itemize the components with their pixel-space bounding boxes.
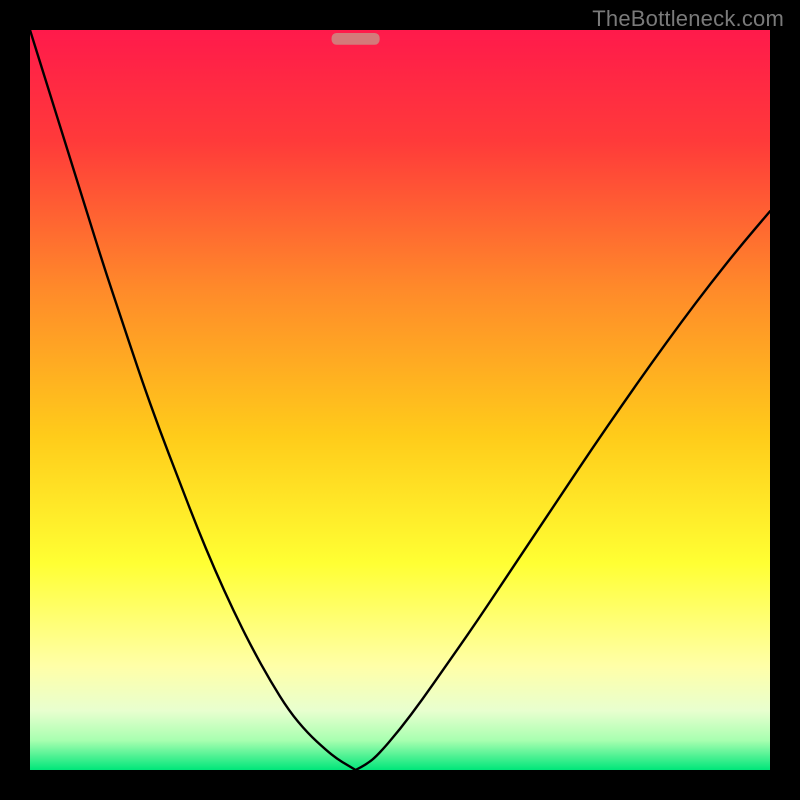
watermark-text: TheBottleneck.com (592, 6, 784, 32)
bottleneck-chart (30, 30, 770, 770)
optimum-marker (332, 33, 380, 45)
gradient-background (30, 30, 770, 770)
plot-area (30, 30, 770, 770)
chart-frame: TheBottleneck.com (0, 0, 800, 800)
